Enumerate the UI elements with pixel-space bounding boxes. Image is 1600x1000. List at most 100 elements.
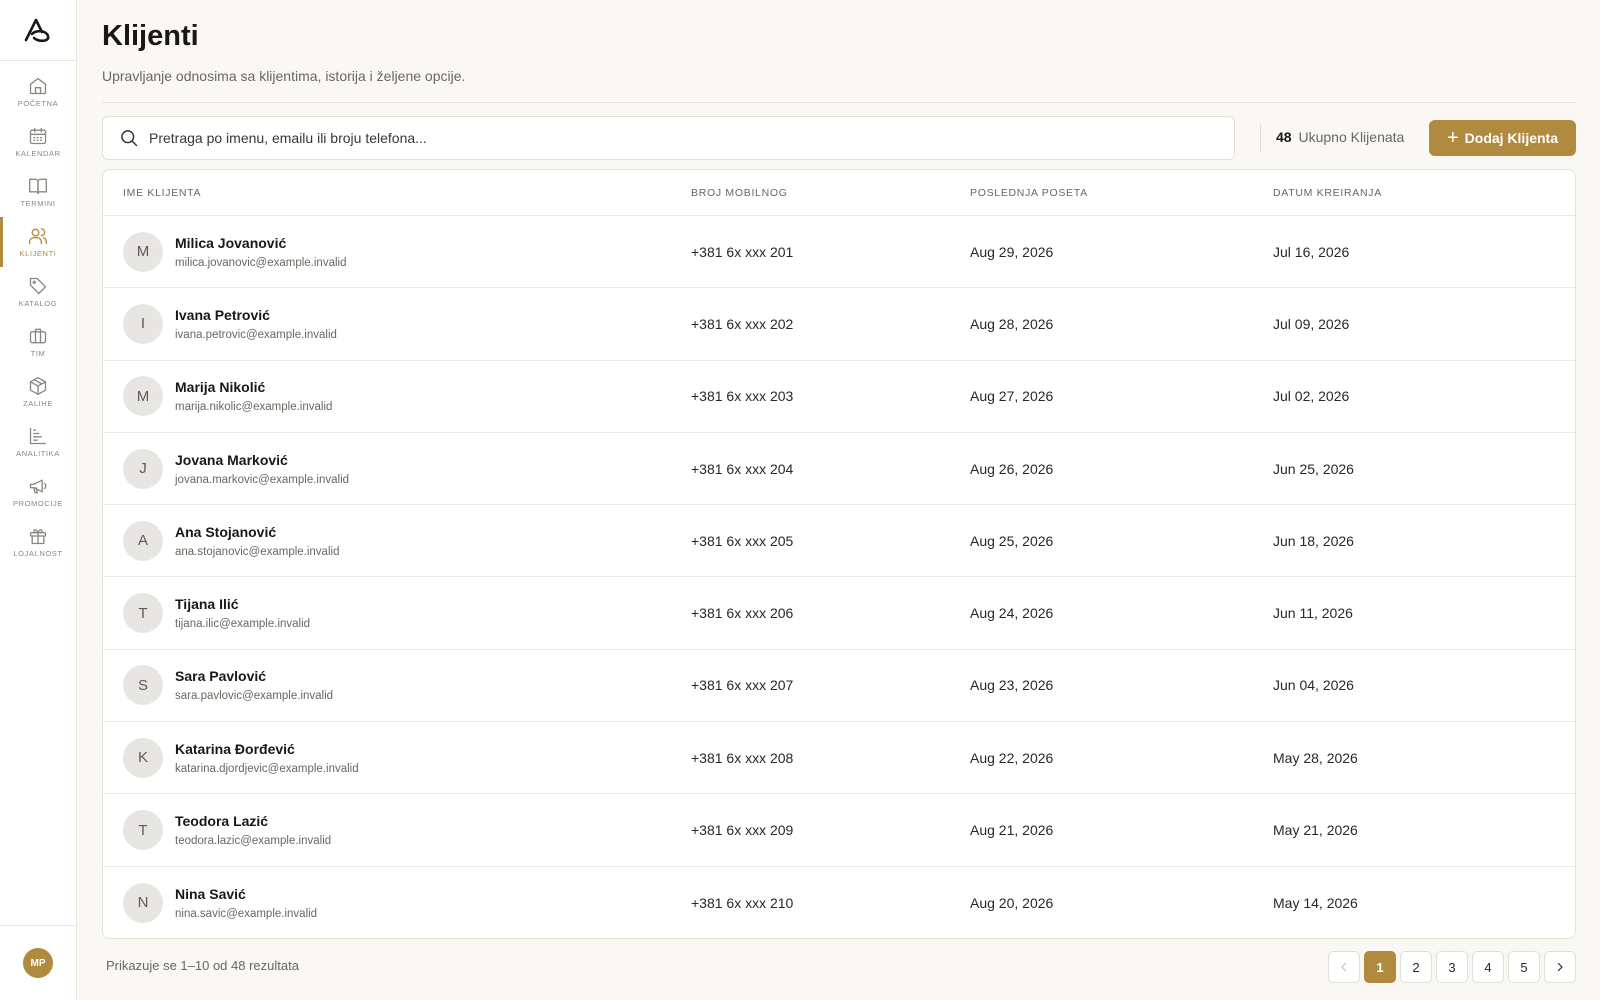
- table-body: M Milica Jovanović milica.jovanovic@exampl…: [103, 216, 1575, 938]
- table-row[interactable]: T Teodora Lazić teodora.lazic@example.inva…: [103, 794, 1575, 867]
- sidebar-item-termini[interactable]: TERMINI: [0, 167, 76, 217]
- sidebar-item-zalihe[interactable]: ZALIHE: [0, 367, 76, 417]
- client-email: nina.savic@example.invalid: [175, 907, 318, 920]
- client-last-visit: Aug 25, 2026: [970, 532, 1054, 549]
- client-name-cell: Nina Savić nina.savic@example.invalid: [175, 886, 317, 920]
- search-icon: [121, 130, 138, 147]
- page-button-4[interactable]: 4: [1472, 951, 1504, 983]
- client-phone: +381 6x xxx 206: [691, 605, 794, 622]
- header-divider: [102, 102, 1576, 103]
- table-row[interactable]: T Tijana Ilić tijana.ilic@example.invalid +…: [103, 577, 1575, 650]
- client-name-cell: Jovana Marković jovana.markovic@example.i…: [175, 452, 349, 486]
- client-email: katarina.djordjevic@example.invalid: [175, 762, 359, 775]
- client-last-visit: Aug 22, 2026: [970, 749, 1054, 766]
- book-icon: [29, 178, 47, 195]
- client-phone: +381 6x xxx 208: [691, 749, 794, 766]
- sidebar-item-analitika[interactable]: ANALITIKA: [0, 417, 76, 467]
- client-created: Jul 09, 2026: [1273, 315, 1350, 332]
- client-phone: +381 6x xxx 207: [691, 677, 794, 694]
- column-header-last-visit[interactable]: POSLEDNJA POSETA: [970, 187, 1088, 199]
- clients-table: IME KLIJENTA BROJ MOBILNOG POSLEDNJA POS…: [102, 169, 1576, 939]
- client-phone: +381 6x xxx 203: [691, 388, 794, 405]
- calendar-icon: [29, 127, 47, 145]
- column-header-name[interactable]: IME KLIJENTA: [123, 187, 201, 199]
- page-button-3[interactable]: 3: [1436, 951, 1468, 983]
- next-page-button[interactable]: [1544, 951, 1576, 983]
- page-button-2[interactable]: 2: [1400, 951, 1432, 983]
- sidebar: POČETNA KALENDAR TERMINI KLIJENTI KATALO…: [0, 0, 77, 1000]
- client-email: sara.pavlovic@example.invalid: [175, 690, 334, 703]
- client-created: Jul 16, 2026: [1273, 243, 1350, 260]
- sidebar-item-lojalnost[interactable]: LOJALNOST: [0, 517, 76, 567]
- table-row[interactable]: M Marija Nikolić marija.nikolic@example.in…: [103, 361, 1575, 433]
- table-row[interactable]: K Katarina Đorđević katarina.djordjevic@ex…: [103, 722, 1575, 795]
- client-created: Jun 25, 2026: [1273, 460, 1354, 477]
- table-row[interactable]: J Jovana Marković jovana.markovic@example.…: [103, 433, 1575, 506]
- client-created: Jul 02, 2026: [1273, 388, 1350, 405]
- client-email: ivana.petrovic@example.invalid: [175, 328, 337, 341]
- client-name[interactable]: Ana Stojanović: [175, 524, 339, 540]
- client-created: May 28, 2026: [1273, 749, 1358, 766]
- sidebar-footer: MP: [0, 925, 76, 1000]
- users-icon: [29, 228, 48, 245]
- client-created: Jun 18, 2026: [1273, 532, 1354, 549]
- toolbar-separator: [1260, 124, 1261, 152]
- logo[interactable]: [0, 0, 76, 61]
- prev-page-button[interactable]: [1328, 951, 1360, 983]
- page-button-1[interactable]: 1: [1364, 951, 1396, 983]
- sidebar-item-pocetna[interactable]: POČETNA: [0, 67, 76, 117]
- sidebar-item-label: KATALOG: [18, 299, 58, 308]
- client-avatar: I: [123, 303, 163, 344]
- pagination: 1 2 3 4 5: [1328, 951, 1576, 983]
- client-name-cell: Tijana Ilić tijana.ilic@example.invalid: [175, 596, 310, 630]
- client-name[interactable]: Jovana Marković: [175, 452, 349, 468]
- sidebar-item-kalendar[interactable]: KALENDAR: [0, 117, 76, 167]
- search-box[interactable]: [102, 116, 1235, 160]
- client-name[interactable]: Katarina Đorđević: [175, 741, 359, 757]
- client-name-cell: Katarina Đorđević katarina.djordjevic@exa…: [175, 741, 359, 775]
- client-last-visit: Aug 21, 2026: [970, 822, 1054, 839]
- client-avatar: K: [123, 737, 163, 778]
- page-button-5[interactable]: 5: [1508, 951, 1540, 983]
- column-header-created[interactable]: DATUM KREIRANJA: [1273, 187, 1382, 199]
- table-row[interactable]: I Ivana Petrović ivana.petrovic@example.in…: [103, 288, 1575, 361]
- client-last-visit: Aug 28, 2026: [970, 315, 1054, 332]
- client-avatar: T: [123, 593, 163, 634]
- client-last-visit: Aug 26, 2026: [970, 460, 1054, 477]
- client-name[interactable]: Nina Savić: [175, 886, 317, 902]
- sidebar-item-klijenti[interactable]: KLIJENTI: [0, 217, 76, 267]
- client-name[interactable]: Teodora Lazić: [175, 813, 331, 829]
- client-email: jovana.markovic@example.invalid: [175, 473, 350, 486]
- client-avatar: A: [123, 520, 163, 561]
- client-email: ana.stojanovic@example.invalid: [175, 545, 340, 558]
- client-name-cell: Milica Jovanović milica.jovanovic@example…: [175, 235, 346, 269]
- sidebar-item-katalog[interactable]: KATALOG: [0, 267, 76, 317]
- box-icon: [29, 377, 47, 395]
- client-phone: +381 6x xxx 204: [691, 460, 794, 477]
- sidebar-item-promocije[interactable]: PROMOCIJE: [0, 467, 76, 517]
- column-header-phone[interactable]: BROJ MOBILNOG: [691, 187, 788, 199]
- client-name[interactable]: Milica Jovanović: [175, 235, 346, 251]
- briefcase-icon: [29, 328, 47, 344]
- total-clients: 48 Ukupno Klijenata: [1276, 129, 1404, 145]
- user-avatar[interactable]: MP: [23, 948, 53, 978]
- client-name[interactable]: Marija Nikolić: [175, 379, 332, 395]
- client-phone: +381 6x xxx 202: [691, 315, 794, 332]
- client-avatar: M: [123, 231, 163, 272]
- client-name[interactable]: Ivana Petrović: [175, 307, 337, 323]
- sidebar-item-tim[interactable]: TIM: [0, 317, 76, 367]
- search-input[interactable]: [149, 130, 1234, 146]
- sidebar-item-label: ZALIHE: [23, 399, 53, 408]
- sidebar-item-label: PROMOCIJE: [13, 499, 63, 508]
- table-row[interactable]: N Nina Savić nina.savic@example.invalid +38…: [103, 867, 1575, 938]
- client-name[interactable]: Tijana Ilić: [175, 596, 310, 612]
- client-name-cell: Sara Pavlović sara.pavlovic@example.inval…: [175, 668, 333, 702]
- client-avatar: M: [123, 376, 163, 417]
- client-name[interactable]: Sara Pavlović: [175, 668, 333, 684]
- client-phone: +381 6x xxx 201: [691, 243, 794, 260]
- table-row[interactable]: A Ana Stojanović ana.stojanovic@example.in…: [103, 505, 1575, 578]
- chevron-right-icon: [1557, 962, 1563, 972]
- add-client-button[interactable]: + Dodaj Klijenta: [1429, 120, 1576, 156]
- table-row[interactable]: M Milica Jovanović milica.jovanovic@exampl…: [103, 216, 1575, 289]
- table-row[interactable]: S Sara Pavlović sara.pavlovic@example.inva…: [103, 650, 1575, 723]
